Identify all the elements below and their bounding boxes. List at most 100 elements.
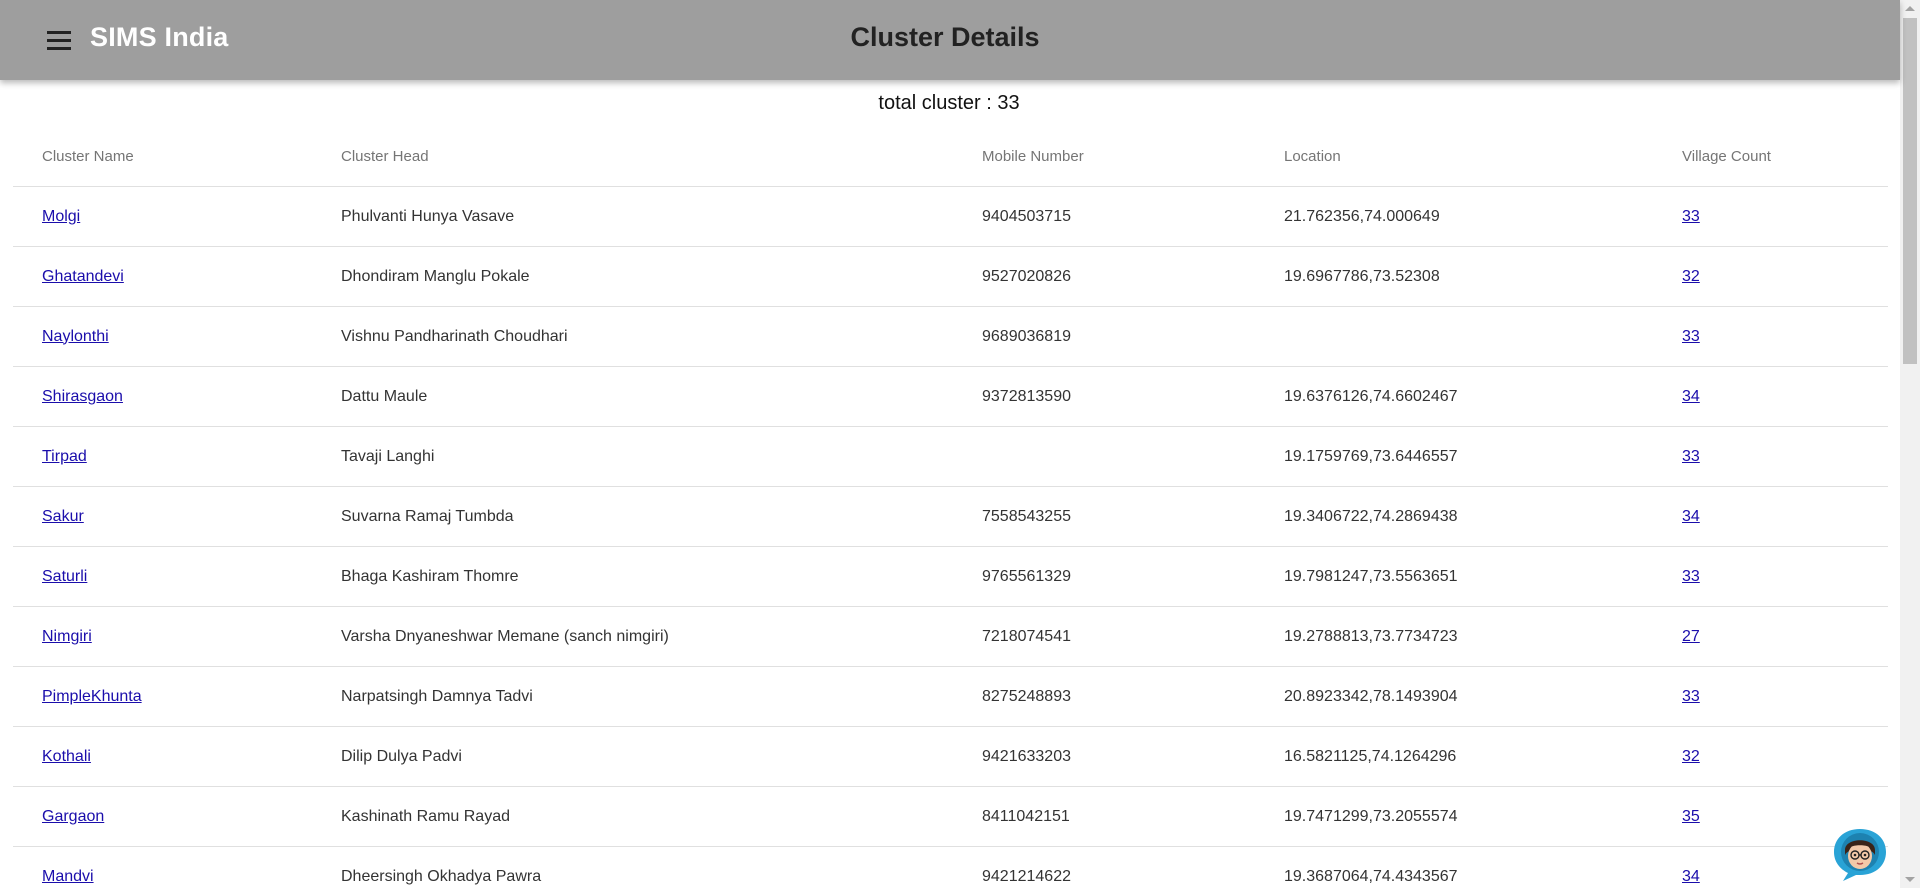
cell-village-count: 33 (1664, 208, 1888, 226)
mobile-number-text: 9404503715 (982, 207, 1071, 225)
cluster-name-link[interactable]: PimpleKhunta (42, 688, 142, 705)
location-text: 19.3406722,74.2869438 (1284, 507, 1458, 525)
cell-cluster-head: Narpatsingh Damnya Tadvi (312, 688, 953, 706)
cell-village-count: 33 (1664, 448, 1888, 466)
village-count-link[interactable]: 35 (1682, 808, 1700, 825)
village-count-link[interactable]: 34 (1682, 868, 1700, 885)
cell-cluster-name: Mandvi (13, 868, 312, 886)
mobile-number-text: 8275248893 (982, 687, 1071, 705)
cell-village-count: 34 (1664, 508, 1888, 526)
mobile-number-text: 7218074541 (982, 627, 1071, 645)
cell-location: 19.3406722,74.2869438 (1255, 508, 1664, 526)
cell-mobile-number: 9372813590 (953, 388, 1255, 406)
cluster-head-text: Vishnu Pandharinath Choudhari (341, 327, 568, 345)
scrollbar-thumb[interactable] (1903, 18, 1917, 364)
cell-location: 19.1759769,73.6446557 (1255, 448, 1664, 466)
cluster-name-link[interactable]: Sakur (42, 508, 84, 525)
village-count-link[interactable]: 32 (1682, 748, 1700, 765)
mobile-number-text: 9421633203 (982, 747, 1071, 765)
cluster-name-link[interactable]: Shirasgaon (42, 388, 123, 405)
header-location: Location (1284, 147, 1341, 165)
location-text: 19.2788813,73.7734723 (1284, 627, 1458, 645)
cell-mobile-number: 9765561329 (953, 568, 1255, 586)
cell-location: 19.6967786,73.52308 (1255, 268, 1664, 286)
header-village-count: Village Count (1682, 147, 1771, 165)
village-count-link[interactable]: 33 (1682, 688, 1700, 705)
cluster-name-link[interactable]: Naylonthi (42, 328, 109, 345)
cluster-name-link[interactable]: Molgi (42, 208, 80, 225)
header-cluster-name: Cluster Name (42, 147, 134, 165)
chatbot-avatar-icon[interactable] (1830, 825, 1890, 883)
village-count-link[interactable]: 33 (1682, 448, 1700, 465)
village-count-link[interactable]: 34 (1682, 508, 1700, 525)
village-count-link[interactable]: 27 (1682, 628, 1700, 645)
cell-cluster-head: Dhondiram Manglu Pokale (312, 268, 953, 286)
mobile-number-text: 9765561329 (982, 567, 1071, 585)
location-text: 19.3687064,74.4343567 (1284, 867, 1458, 885)
vertical-scrollbar[interactable] (1900, 0, 1920, 888)
cluster-head-text: Bhaga Kashiram Thomre (341, 567, 519, 585)
cell-mobile-number: 9527020826 (953, 268, 1255, 286)
scroll-down-arrow-icon[interactable] (1905, 877, 1915, 882)
cluster-head-text: Dhondiram Manglu Pokale (341, 267, 530, 285)
cell-cluster-head: Vishnu Pandharinath Choudhari (312, 328, 953, 346)
cell-mobile-number: 7218074541 (953, 628, 1255, 646)
cluster-head-text: Suvarna Ramaj Tumbda (341, 507, 514, 525)
mobile-number-text: 9421214622 (982, 867, 1071, 885)
cell-cluster-head: Bhaga Kashiram Thomre (312, 568, 953, 586)
cluster-head-text: Tavaji Langhi (341, 447, 435, 465)
cell-mobile-number: 9421214622 (953, 868, 1255, 886)
cell-mobile-number: 7558543255 (953, 508, 1255, 526)
village-count-link[interactable]: 33 (1682, 568, 1700, 585)
table-row: PimpleKhunta Narpatsingh Damnya Tadvi 8275… (13, 667, 1888, 727)
cell-village-count: 32 (1664, 268, 1888, 286)
cell-cluster-head: Dheersingh Okhadya Pawra (312, 868, 953, 886)
table-row: Mandvi Dheersingh Okhadya Pawra 9421214622… (13, 847, 1888, 888)
cell-cluster-head: Varsha Dnyaneshwar Memane (sanch nimgiri… (312, 628, 953, 646)
cell-cluster-head: Suvarna Ramaj Tumbda (312, 508, 953, 526)
village-count-link[interactable]: 33 (1682, 208, 1700, 225)
mobile-number-text: 8411042151 (982, 807, 1070, 825)
village-count-link[interactable]: 32 (1682, 268, 1700, 285)
page-title: Cluster Details (850, 22, 1040, 52)
cluster-name-link[interactable]: Mandvi (42, 868, 94, 885)
table-row: Kothali Dilip Dulya Padvi 9421633203 16.582… (13, 727, 1888, 787)
cell-village-count: 32 (1664, 748, 1888, 766)
cell-cluster-name: Sakur (13, 508, 312, 526)
cluster-head-text: Phulvanti Hunya Vasave (341, 207, 515, 225)
cell-location: 21.762356,74.000649 (1255, 208, 1664, 226)
table-row: Shirasgaon Dattu Maule 9372813590 19.637612… (13, 367, 1888, 427)
cell-cluster-head: Dilip Dulya Padvi (312, 748, 953, 766)
village-count-link[interactable]: 33 (1682, 328, 1700, 345)
scroll-up-arrow-icon[interactable] (1905, 6, 1915, 11)
table-row: Sakur Suvarna Ramaj Tumbda 7558543255 19.34… (13, 487, 1888, 547)
cell-cluster-name: Ghatandevi (13, 268, 312, 286)
village-count-link[interactable]: 34 (1682, 388, 1700, 405)
cell-cluster-name: Molgi (13, 208, 312, 226)
cluster-name-link[interactable]: Kothali (42, 748, 91, 765)
cell-cluster-name: Naylonthi (13, 328, 312, 346)
cell-village-count: 33 (1664, 688, 1888, 706)
cell-cluster-name: PimpleKhunta (13, 688, 312, 706)
cluster-head-text: Kashinath Ramu Rayad (341, 807, 510, 825)
cell-village-count: 33 (1664, 568, 1888, 586)
location-text: 20.8923342,78.1493904 (1284, 687, 1458, 705)
total-cluster-count: total cluster : 33 (878, 92, 1020, 114)
mobile-number-text: 9689036819 (982, 327, 1071, 345)
cluster-table: Cluster Name Cluster Head Mobile Number … (13, 126, 1888, 888)
cluster-name-link[interactable]: Gargaon (42, 808, 104, 825)
cell-location: 19.7471299,73.2055574 (1255, 808, 1664, 826)
cluster-name-link[interactable]: Ghatandevi (42, 268, 124, 285)
cluster-head-text: Narpatsingh Damnya Tadvi (341, 687, 533, 705)
cell-location: 16.5821125,74.1264296 (1255, 748, 1664, 766)
cell-cluster-name: Kothali (13, 748, 312, 766)
cluster-name-link[interactable]: Saturli (42, 568, 87, 585)
cluster-head-text: Dilip Dulya Padvi (341, 747, 462, 765)
cell-cluster-head: Tavaji Langhi (312, 448, 953, 466)
cell-location: 19.3687064,74.4343567 (1255, 868, 1664, 886)
location-text: 21.762356,74.000649 (1284, 207, 1440, 225)
cell-cluster-name: Gargaon (13, 808, 312, 826)
cell-cluster-name: Tirpad (13, 448, 312, 466)
cluster-name-link[interactable]: Tirpad (42, 448, 87, 465)
cluster-name-link[interactable]: Nimgiri (42, 628, 92, 645)
